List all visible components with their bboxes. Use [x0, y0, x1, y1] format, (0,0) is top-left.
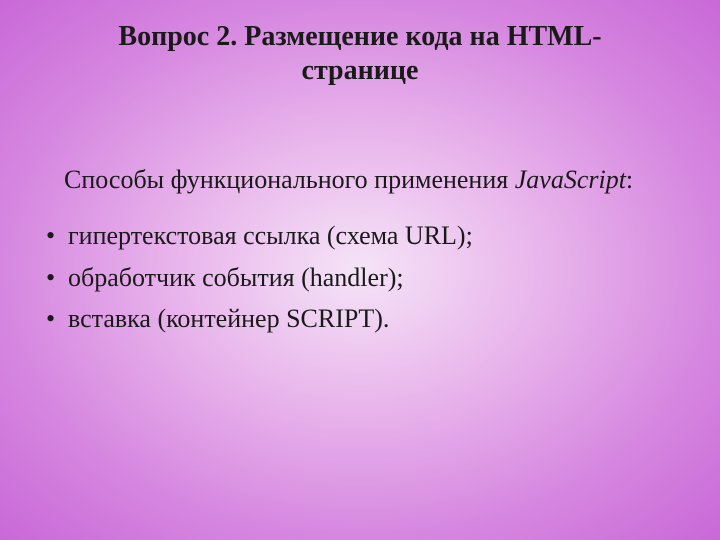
slide-title: Вопрос 2. Размещение кода на HTML-страни…	[30, 20, 690, 87]
bullet-list: гипертекстовая ссылка (схема URL); обраб…	[30, 215, 690, 340]
list-item: гипертекстовая ссылка (схема URL);	[46, 215, 690, 257]
list-item: вставка (контейнер SCRIPT).	[46, 298, 690, 340]
intro-text-prefix: Способы функционального применения	[64, 165, 515, 194]
intro-text-italic: JavaScript	[515, 165, 626, 194]
list-item: обработчик события (handler);	[46, 257, 690, 299]
intro-text-suffix: :	[626, 165, 633, 194]
intro-paragraph: Способы функционального применения JavaS…	[30, 162, 690, 197]
